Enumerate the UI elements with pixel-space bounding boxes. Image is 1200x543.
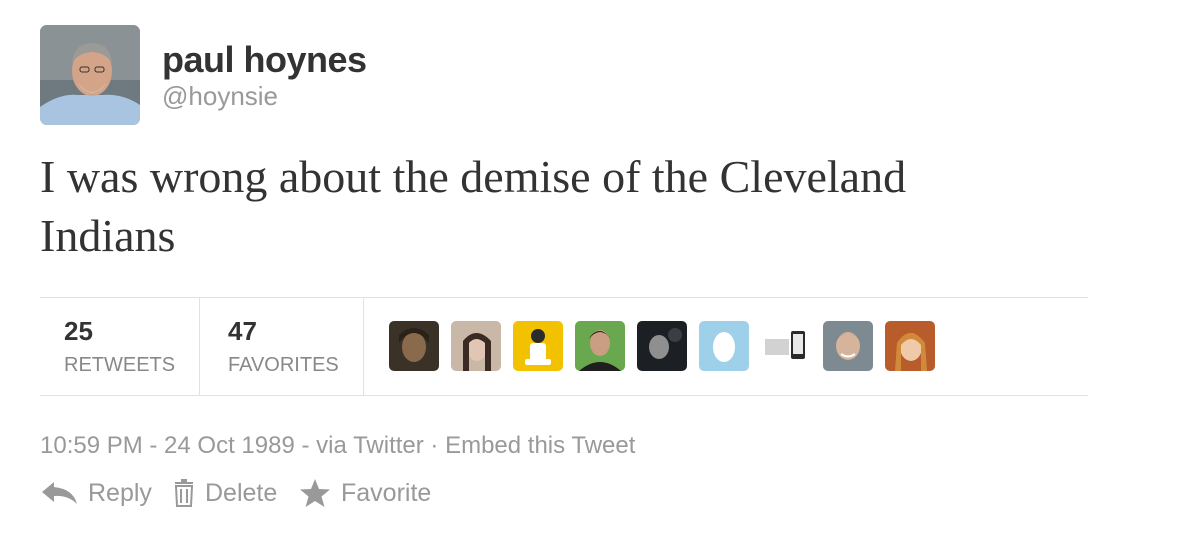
meta-separator: · — [423, 432, 446, 459]
tweet-stats: 25 RETWEETS 47 FAVORITES — [40, 297, 1088, 396]
delete-label: Delete — [205, 478, 278, 507]
reply-button[interactable]: Reply — [40, 476, 152, 510]
favorites-stat[interactable]: 47 FAVORITES — [200, 298, 364, 395]
favoriter-avatar[interactable] — [637, 321, 687, 371]
embed-tweet-link[interactable]: Embed this Tweet — [445, 432, 635, 459]
tweet-meta: 10:59 PM - 24 Oct 1989 - via Twitter · E… — [40, 432, 1088, 460]
favoriter-avatar[interactable] — [451, 321, 501, 371]
author-avatar[interactable] — [40, 25, 140, 125]
retweets-stat[interactable]: 25 RETWEETS — [40, 298, 200, 395]
favorites-label: FAVORITES — [228, 354, 339, 376]
tweet-timestamp[interactable]: 10:59 PM - 24 Oct 1989 — [40, 432, 295, 459]
favorite-label: Favorite — [341, 478, 432, 507]
favoriter-avatar[interactable] — [885, 321, 935, 371]
via-source-link[interactable]: Twitter — [353, 432, 424, 459]
favoriter-avatar[interactable] — [823, 321, 873, 371]
tweet-text: I was wrong about the demise of the Clev… — [40, 151, 907, 261]
retweets-count: 25 — [64, 316, 93, 346]
author-name[interactable]: paul hoynes — [162, 39, 367, 81]
via-prefix: - via — [294, 432, 354, 459]
reply-icon — [40, 480, 78, 506]
favoriter-avatar[interactable] — [761, 321, 811, 371]
favorite-button[interactable]: Favorite — [299, 476, 431, 510]
favoriter-avatar[interactable] — [575, 321, 625, 371]
author-handle[interactable]: @hoynsie — [162, 81, 278, 112]
favoriter-avatar[interactable] — [513, 321, 563, 371]
trash-icon — [173, 479, 195, 507]
tweet-card: paul hoynes @hoynsie I was wrong about t… — [40, 25, 1088, 512]
favoriter-avatar[interactable] — [389, 321, 439, 371]
favoriter-avatar[interactable] — [699, 321, 749, 371]
tweet-header: paul hoynes @hoynsie — [40, 25, 1088, 125]
reply-label: Reply — [88, 478, 152, 507]
delete-button[interactable]: Delete — [173, 476, 277, 510]
retweets-label: RETWEETS — [64, 354, 176, 376]
star-icon — [299, 478, 331, 508]
favorites-count: 47 — [228, 316, 257, 346]
tweet-actions: Reply Delete Favorite — [40, 476, 1088, 512]
